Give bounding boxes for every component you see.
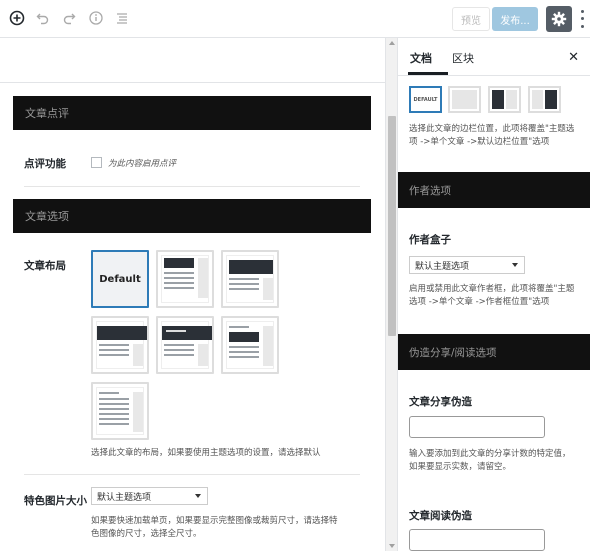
review-checkbox-hint: 为此内容启用点评 bbox=[108, 159, 177, 169]
scroll-up-icon[interactable] bbox=[389, 41, 395, 45]
layout-hint: 选择此文章的布局，如果要使用主题选项的设置，请选择默认 bbox=[91, 448, 321, 458]
divider bbox=[24, 186, 360, 187]
author-box-hint-2: 选项 ->单个文章 ->作者框位置"选项 bbox=[409, 297, 550, 307]
gear-icon bbox=[551, 11, 567, 27]
layout-option-4[interactable] bbox=[91, 316, 149, 374]
layout-label: 文章布局 bbox=[24, 260, 66, 272]
author-section-header: 作者选项 bbox=[398, 172, 590, 208]
chevron-down-icon bbox=[195, 494, 201, 498]
author-box-hint-1: 启用或禁用此文章作者框，此项将覆盖"主题 bbox=[409, 284, 575, 294]
sidebar-position-hint-1: 选择此文章的边栏位置，此项将覆盖"主题选 bbox=[409, 124, 575, 134]
active-tab-indicator bbox=[408, 72, 448, 75]
review-checkbox[interactable] bbox=[91, 157, 102, 168]
sidebar-position-none[interactable] bbox=[448, 86, 481, 113]
settings-sidebar: 文档 区块 ✕ DEFAULT 选择此文章的边栏位置，此项将覆盖"主题选 项 -… bbox=[397, 38, 590, 551]
author-box-select-value: 默认主题选项 bbox=[415, 261, 470, 272]
undo-icon[interactable] bbox=[33, 8, 53, 28]
review-section-header: 文章点评 bbox=[13, 96, 371, 130]
list-view-icon[interactable] bbox=[112, 8, 132, 28]
chevron-down-icon bbox=[512, 263, 518, 267]
sidebar-position-default-label: DEFAULT bbox=[413, 96, 438, 103]
image-size-hint-1: 如果要快速加载单页，如果要显示完整图像或裁剪尺寸，请选择特 bbox=[91, 516, 338, 526]
tab-document[interactable]: 文档 bbox=[410, 50, 432, 66]
layout-option-7[interactable] bbox=[91, 382, 149, 440]
image-size-select-value: 默认主题选项 bbox=[97, 492, 152, 503]
options-section-header: 文章选项 bbox=[13, 199, 371, 233]
preview-button[interactable]: 预览 bbox=[452, 7, 490, 31]
sidebar-tabs: 文档 区块 ✕ bbox=[398, 38, 590, 76]
layout-option-6[interactable] bbox=[221, 316, 279, 374]
image-size-hint-2: 色图像的尺寸，选择全尺寸。 bbox=[91, 529, 202, 539]
read-fake-input[interactable] bbox=[409, 529, 545, 551]
publish-button[interactable]: 发布... bbox=[492, 7, 538, 31]
editor-main: 文章点评 点评功能 为此内容启用点评 文章选项 文章布局 Default 选择此… bbox=[0, 38, 385, 551]
settings-button[interactable] bbox=[546, 6, 572, 32]
layout-option-5[interactable] bbox=[156, 316, 214, 374]
sidebar-position-left[interactable] bbox=[488, 86, 521, 113]
share-fake-input[interactable] bbox=[409, 416, 545, 438]
read-fake-label: 文章阅读伪造 bbox=[409, 510, 472, 522]
more-icon bbox=[580, 10, 584, 14]
sidebar-position-default[interactable]: DEFAULT bbox=[409, 86, 442, 113]
share-fake-hint-1: 输入要添加到此文章的分享计数的特定值， bbox=[409, 449, 571, 459]
title-area[interactable] bbox=[0, 38, 385, 83]
fake-section-header: 伪造分享/阅读选项 bbox=[398, 334, 590, 370]
sidebar-position-right[interactable] bbox=[528, 86, 561, 113]
redo-icon[interactable] bbox=[59, 8, 79, 28]
layout-option-3[interactable] bbox=[221, 250, 279, 308]
share-fake-label: 文章分享伪造 bbox=[409, 396, 472, 408]
scroll-thumb[interactable] bbox=[388, 116, 396, 336]
sidebar-position-hint-2: 项 ->单个文章 ->默认边栏位置"选项 bbox=[409, 137, 550, 147]
divider bbox=[24, 474, 360, 475]
layout-option-2[interactable] bbox=[156, 250, 214, 308]
info-icon[interactable] bbox=[86, 8, 106, 28]
scroll-down-icon[interactable] bbox=[389, 544, 395, 548]
share-fake-hint-2: 如果要显示实数，请留空。 bbox=[409, 462, 512, 472]
layout-default-label: Default bbox=[93, 252, 147, 306]
tab-block[interactable]: 区块 bbox=[452, 50, 474, 66]
layout-option-default[interactable]: Default bbox=[91, 250, 149, 308]
author-box-label: 作者盒子 bbox=[409, 234, 451, 246]
editor-toolbar: 预览 发布... bbox=[0, 0, 590, 38]
main-scrollbar[interactable] bbox=[385, 38, 397, 551]
more-options-button[interactable] bbox=[578, 8, 586, 30]
close-icon[interactable]: ✕ bbox=[568, 50, 579, 65]
review-field-label: 点评功能 bbox=[24, 158, 66, 170]
add-block-icon[interactable] bbox=[7, 8, 27, 28]
author-box-select[interactable]: 默认主题选项 bbox=[409, 256, 525, 274]
image-size-select[interactable]: 默认主题选项 bbox=[91, 487, 208, 505]
image-size-label: 特色图片大小 bbox=[24, 495, 87, 507]
